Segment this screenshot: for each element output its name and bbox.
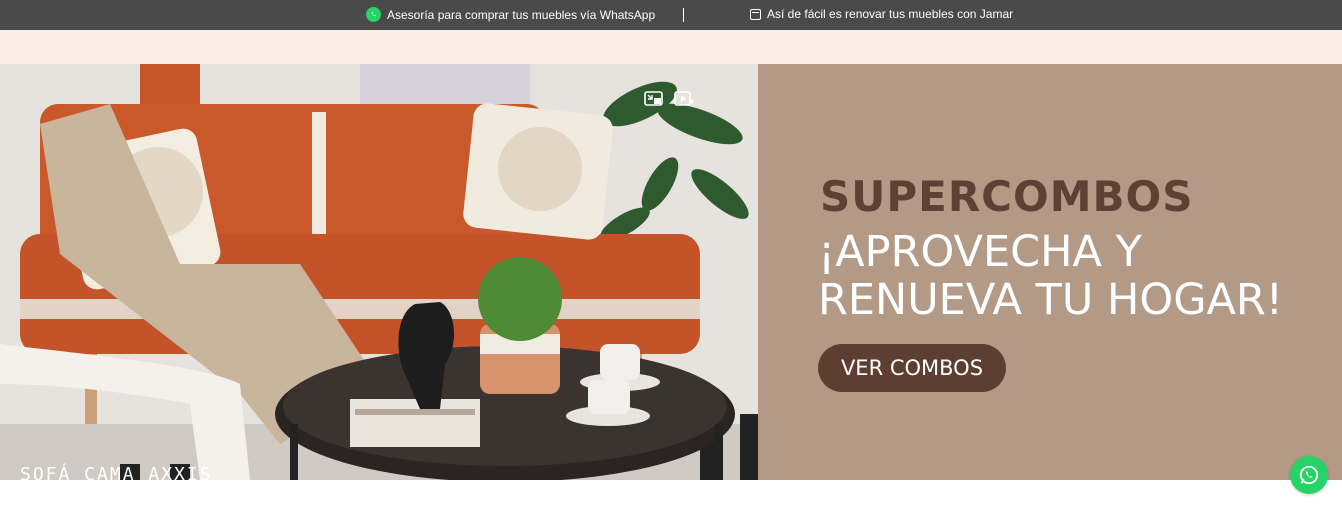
topbar-divider [683,8,684,22]
whatsapp-advice-text: Asesoría para comprar tus muebles vía Wh… [387,7,656,22]
hero-photo: SOFÁ CAMA AXXIS [0,64,758,480]
promo-headline: SUPERCOMBOS [820,172,1194,221]
whatsapp-advice-link[interactable]: Asesoría para comprar tus muebles vía Wh… [366,7,655,22]
living-room-illustration [0,64,758,480]
top-announcement-bar: Asesoría para comprar tus muebles vía Wh… [0,0,1342,30]
video-controls [638,84,700,114]
whatsapp-icon [366,7,381,22]
renovate-link[interactable]: Así de fácil es renovar tus muebles con … [750,7,1013,21]
whatsapp-float-icon [1299,465,1319,485]
see-combos-button[interactable]: VER COMBOS [818,344,1006,392]
hero-banner[interactable]: SOFÁ CAMA AXXIS SUPERCOMBOS ¡APROVECHA Y… [0,64,1342,480]
renovate-text: Así de fácil es renovar tus muebles con … [767,7,1014,21]
exit-picture-icon[interactable] [644,90,664,108]
header-strip [0,30,1342,64]
promo-panel: SUPERCOMBOS ¡APROVECHA Y RENUEVA TU HOGA… [758,64,1342,480]
promo-subline-1: ¡APROVECHA Y [818,227,1142,277]
promo-subline-2: RENUEVA TU HOGAR! [818,275,1284,325]
calendar-icon [750,8,761,20]
whatsapp-float-button[interactable] [1290,456,1328,494]
product-caption: SOFÁ CAMA AXXIS [20,464,213,480]
video-icon[interactable] [674,90,694,108]
promo-subline: ¡APROVECHA Y RENUEVA TU HOGAR! [818,228,1283,324]
